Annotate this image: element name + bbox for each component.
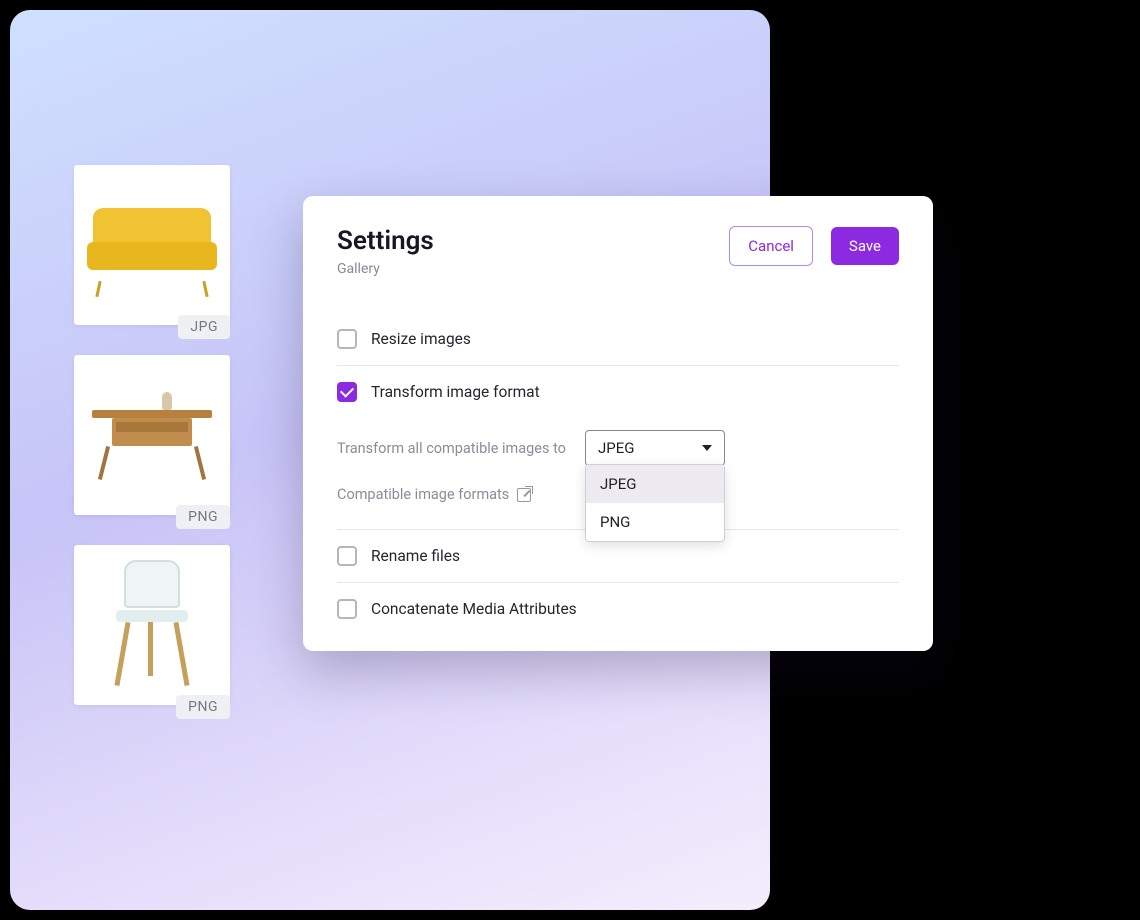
transform-label: Transform image format [371, 383, 540, 401]
option-resize-row: Resize images [337, 313, 899, 366]
format-badge: JPG [178, 315, 230, 339]
external-link-icon[interactable] [517, 488, 531, 502]
thumbnail-table[interactable]: PNG [74, 355, 230, 515]
panel-subtitle: Gallery [337, 261, 434, 277]
rename-checkbox[interactable] [337, 546, 357, 566]
sofa-image [87, 208, 217, 283]
chair-image [102, 560, 202, 690]
settings-panel: Settings Gallery Cancel Save Resize imag… [303, 196, 933, 651]
thumbnail-sofa[interactable]: JPG [74, 165, 230, 325]
concat-checkbox[interactable] [337, 599, 357, 619]
rename-label: Rename files [371, 547, 460, 565]
cancel-button[interactable]: Cancel [729, 226, 813, 266]
resize-checkbox[interactable] [337, 329, 357, 349]
format-select[interactable]: JPEG [585, 430, 725, 466]
chevron-down-icon [702, 445, 712, 451]
format-badge: PNG [176, 505, 230, 529]
format-dropdown: JPEG PNG [585, 464, 725, 542]
table-image [92, 390, 212, 480]
thumbnail-column: JPG PNG PNG [74, 165, 230, 705]
resize-label: Resize images [371, 330, 471, 348]
panel-header: Settings Gallery Cancel Save [337, 226, 899, 277]
format-option-jpeg[interactable]: JPEG [586, 465, 724, 503]
transform-target-row: Transform all compatible images to JPEG … [337, 420, 899, 476]
format-select-value: JPEG [598, 439, 634, 457]
compatible-label-text: Compatible image formats [337, 486, 509, 503]
option-transform-row: Transform image format Transform all com… [337, 366, 899, 530]
compatible-label: Compatible image formats [337, 486, 567, 503]
option-concat-row: Concatenate Media Attributes [337, 583, 899, 635]
concat-label: Concatenate Media Attributes [371, 600, 577, 618]
format-option-png[interactable]: PNG [586, 503, 724, 541]
transform-to-label: Transform all compatible images to [337, 440, 567, 457]
save-button[interactable]: Save [831, 227, 899, 265]
transform-checkbox[interactable] [337, 382, 357, 402]
panel-actions: Cancel Save [729, 226, 899, 266]
panel-title: Settings [337, 226, 434, 256]
thumbnail-chair[interactable]: PNG [74, 545, 230, 705]
format-badge: PNG [176, 695, 230, 719]
